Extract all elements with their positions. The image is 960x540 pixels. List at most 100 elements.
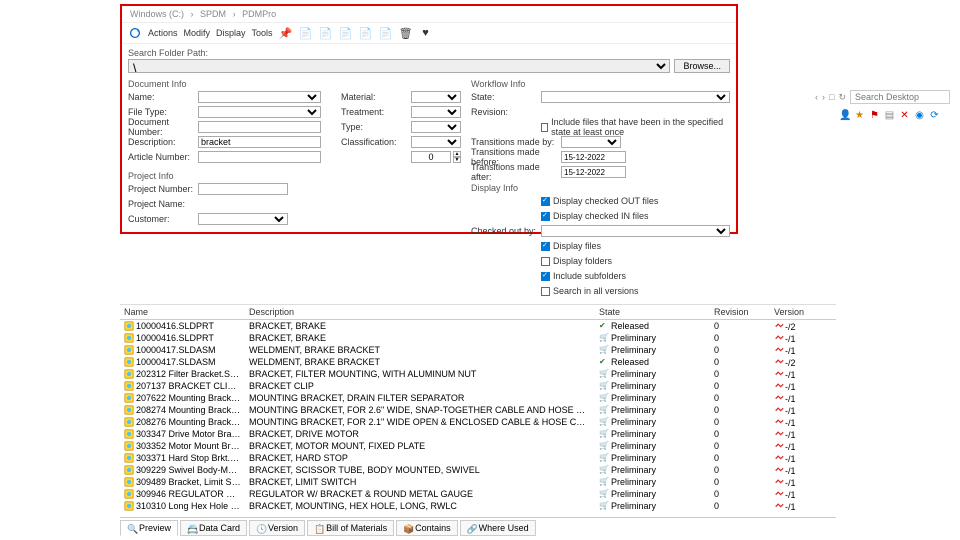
trash-icon[interactable]: 🗑 [399, 26, 413, 40]
table-row[interactable]: 309489 Bracket, Limit Switch.SL...BRACKE… [120, 476, 836, 488]
file-icon [124, 393, 134, 403]
table-row[interactable]: 10000417.SLDASMWELDMENT, BRAKE BRACKET✔R… [120, 356, 836, 368]
material-input[interactable] [411, 91, 461, 103]
table-row[interactable]: 10000416.SLDPRTBRACKET, BRAKE🛒Preliminar… [120, 332, 836, 344]
state-input[interactable] [541, 91, 730, 103]
tab-preview[interactable]: 🔍Preview [120, 520, 178, 536]
check-in[interactable] [541, 212, 550, 221]
include-files-check[interactable] [541, 123, 548, 132]
check-sub[interactable] [541, 272, 550, 281]
search-path-input[interactable]: \ [128, 59, 670, 73]
table-row[interactable]: 207622 Mounting Bracket.SLDPRTMOUNTING B… [120, 392, 836, 404]
preliminary-icon: 🛒 [599, 441, 609, 451]
customer-input[interactable] [198, 213, 288, 225]
nav-refresh-icon[interactable]: ↻ [838, 92, 846, 103]
delete-icon[interactable]: ✕ [899, 110, 910, 121]
file-icon [124, 477, 134, 487]
preliminary-icon: 🛒 [599, 465, 609, 475]
star-icon[interactable]: ★ [854, 110, 865, 121]
menu-display[interactable]: Display [216, 28, 246, 38]
version-icon [774, 488, 784, 498]
heart-icon[interactable]: ♥ [419, 26, 433, 40]
treatment-input[interactable] [411, 106, 461, 118]
project-info-title: Project Info [128, 171, 461, 181]
name-input[interactable] [198, 91, 321, 103]
nav-stop-icon[interactable]: □ [829, 92, 834, 102]
menu-modify[interactable]: Modify [184, 28, 211, 38]
crumb-1[interactable]: Windows (C:) [130, 9, 184, 19]
desc-input[interactable] [198, 136, 321, 148]
spinner-input[interactable]: 0 [411, 151, 451, 163]
table-row[interactable]: 309229 Swivel Body-Mounted Sc...BRACKET,… [120, 464, 836, 476]
crumb-2[interactable]: SPDM [200, 9, 226, 19]
table-row[interactable]: 207137 BRACKET CLIP.SLDPRTBRACKET CLIP🛒P… [120, 380, 836, 392]
menu-actions[interactable]: Actions [148, 28, 178, 38]
table-row[interactable]: 208274 Mounting Bracket, for 2...MOUNTIN… [120, 404, 836, 416]
crumb-3[interactable]: PDMPro [242, 9, 276, 19]
pin-icon[interactable]: 📌 [279, 26, 293, 40]
search-desktop-input[interactable] [850, 90, 950, 104]
grid-header[interactable]: Name Description State Revision Version [120, 305, 836, 320]
tab-bom[interactable]: 📋Bill of Materials [307, 520, 394, 536]
user-icon[interactable]: 👤 [839, 110, 850, 121]
projnum-input[interactable] [198, 183, 288, 195]
madeby-input[interactable] [561, 136, 621, 148]
menu-tools[interactable]: Tools [252, 28, 273, 38]
version-icon [774, 332, 784, 342]
flag-icon[interactable]: ⚑ [869, 110, 880, 121]
file-icon [124, 501, 134, 511]
version-icon [774, 380, 784, 390]
refresh-small-icon[interactable]: ⟳ [929, 110, 940, 121]
results-grid: Name Description State Revision Version … [120, 304, 836, 514]
browse-button[interactable]: Browse... [674, 59, 730, 73]
folder-icon[interactable]: ▤ [884, 110, 895, 121]
preliminary-icon: 🛒 [599, 369, 609, 379]
tab-datacard[interactable]: 📇Data Card [180, 520, 247, 536]
toolbar: Actions Modify Display Tools 📌 📄 📄 📄 📄 📄… [122, 22, 736, 44]
docnum-input[interactable] [198, 121, 321, 133]
spin-down[interactable]: ▼ [453, 157, 461, 163]
tab-version[interactable]: 🕓Version [249, 520, 305, 536]
table-row[interactable]: 10000416.SLDPRTBRACKET, BRAKE✔Released0-… [120, 320, 836, 332]
file-icon [124, 381, 134, 391]
table-row[interactable]: 10000417.SLDASMWELDMENT, BRAKE BRACKET🛒P… [120, 344, 836, 356]
checkedout-input[interactable] [541, 225, 730, 237]
table-row[interactable]: 310310 Long Hex Hole Mountin...BRACKET, … [120, 500, 836, 512]
released-icon: ✔ [599, 321, 609, 331]
breadcrumb[interactable]: Windows (C:) › SPDM › PDMPro [122, 6, 736, 22]
table-row[interactable]: 303371 Hard Stop Brkt.SLDPRTBRACKET, HAR… [120, 452, 836, 464]
check-files[interactable] [541, 242, 550, 251]
type-input[interactable] [411, 121, 461, 133]
table-row[interactable]: 208276 Mounting Bracket, for 2...MOUNTIN… [120, 416, 836, 428]
doc2-icon[interactable]: 📄 [319, 26, 333, 40]
before-date[interactable] [561, 151, 626, 163]
table-row[interactable]: 303347 Drive Motor Bracket.SLD...BRACKET… [120, 428, 836, 440]
article-input[interactable] [198, 151, 321, 163]
table-row[interactable]: 202312 Filter Bracket.SLDPRTBRACKET, FIL… [120, 368, 836, 380]
doc5-icon[interactable]: 📄 [379, 26, 393, 40]
check-folders[interactable] [541, 257, 550, 266]
display-info-title: Display Info [471, 183, 730, 193]
refresh-icon[interactable] [128, 26, 142, 40]
check-out[interactable] [541, 197, 550, 206]
nav-back-icon[interactable]: ‹ [815, 92, 818, 102]
after-date[interactable] [561, 166, 626, 178]
check-all[interactable] [541, 287, 550, 296]
workflow-title: Workflow Info [471, 79, 730, 89]
search-path-label: Search Folder Path: [128, 48, 730, 58]
doc1-icon[interactable]: 📄 [299, 26, 313, 40]
doc3-icon[interactable]: 📄 [339, 26, 353, 40]
file-icon [124, 369, 134, 379]
filetype-input[interactable] [198, 106, 321, 118]
nav-fwd-icon[interactable]: › [822, 92, 825, 102]
preliminary-icon: 🛒 [599, 477, 609, 487]
table-row[interactable]: 309946 REGULATOR WITH BRAC...REGULATOR W… [120, 488, 836, 500]
file-icon [124, 417, 134, 427]
classification-input[interactable] [411, 136, 461, 148]
tab-contains[interactable]: 📦Contains [396, 520, 458, 536]
table-row[interactable]: 303352 Motor Mount Bracket.SL...BRACKET,… [120, 440, 836, 452]
info-icon[interactable]: ◉ [914, 110, 925, 121]
tab-whereused[interactable]: 🔗Where Used [460, 520, 536, 536]
file-icon [124, 441, 134, 451]
doc4-icon[interactable]: 📄 [359, 26, 373, 40]
